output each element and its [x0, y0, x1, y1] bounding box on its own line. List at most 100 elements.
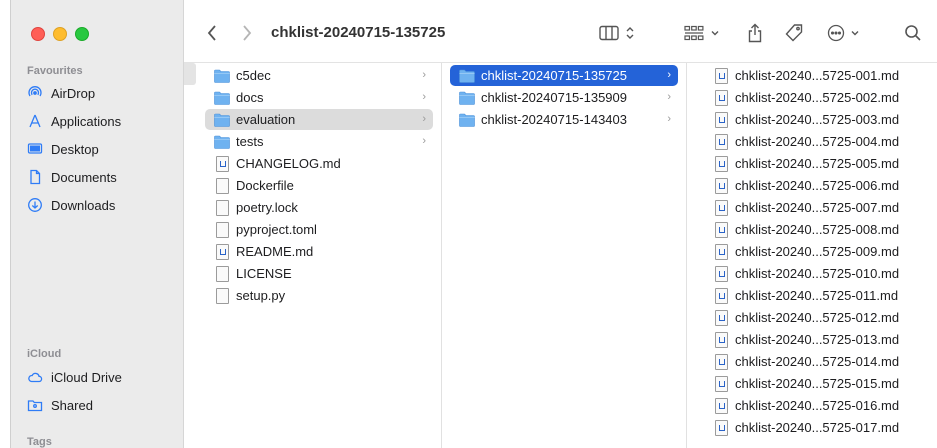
sidebar-item-icloud-drive[interactable]: iCloud Drive [27, 366, 122, 388]
sidebar-item-documents[interactable]: Documents [27, 166, 117, 188]
file-row[interactable]: chklist-20240...5725-007.md [704, 197, 930, 218]
markdown-file-icon [714, 353, 728, 370]
file-icon [215, 287, 229, 304]
file-row[interactable]: poetry.lock [205, 197, 433, 218]
file-row[interactable]: chklist-20240...5725-015.md [704, 373, 930, 394]
share-button[interactable] [744, 20, 766, 46]
group-button[interactable] [678, 20, 726, 46]
markdown-file-icon [714, 89, 728, 106]
file-icon [215, 177, 229, 194]
row-icon-wrap [214, 265, 230, 282]
file-row[interactable]: chklist-20240...5725-014.md [704, 351, 930, 372]
file-row[interactable]: Dockerfile [205, 175, 433, 196]
item-name: chklist-20240...5725-008.md [735, 222, 900, 237]
item-name: chklist-20240...5725-009.md [735, 244, 900, 259]
sidebar-resize-handle[interactable] [184, 63, 196, 85]
chevron-right-icon: › [667, 69, 671, 81]
window-title: chklist-20240715-135725 [271, 24, 446, 41]
markdown-file-icon [714, 309, 728, 326]
row-icon-wrap [713, 243, 729, 260]
forward-button[interactable] [237, 20, 257, 46]
row-icon-wrap [214, 112, 230, 128]
back-button[interactable] [202, 20, 222, 46]
sidebar-item-label: AirDrop [51, 85, 96, 101]
file-row[interactable]: chklist-20240...5725-002.md [704, 87, 930, 108]
folder-row[interactable]: docs › [205, 87, 433, 108]
view-mode-button[interactable] [594, 20, 640, 46]
file-row[interactable]: CHANGELOG.md [205, 153, 433, 174]
item-name: chklist-20240...5725-010.md [735, 266, 900, 281]
row-icon-wrap [713, 155, 729, 172]
markdown-file-icon [714, 397, 728, 414]
row-icon-wrap [713, 221, 729, 238]
markdown-file-icon [714, 331, 728, 348]
toolbar: chklist-20240715-135725 [184, 0, 937, 63]
chevron-right-icon [243, 25, 252, 41]
file-row[interactable]: chklist-20240...5725-005.md [704, 153, 930, 174]
tag-button[interactable] [782, 20, 806, 46]
markdown-file-icon [714, 419, 728, 436]
file-row[interactable]: chklist-20240...5725-004.md [704, 131, 930, 152]
chevron-right-icon: › [422, 69, 426, 81]
sidebar-item-desktop[interactable]: Desktop [27, 138, 99, 160]
sidebar-item-shared[interactable]: Shared [27, 394, 93, 416]
item-name: chklist-20240...5725-016.md [735, 398, 900, 413]
folder-row[interactable]: tests › [205, 131, 433, 152]
item-name: chklist-20240715-135725 [481, 68, 627, 83]
folder-icon [214, 69, 230, 83]
item-name: chklist-20240...5725-002.md [735, 90, 900, 105]
chevron-right-icon: › [422, 91, 426, 103]
minimize-window-button[interactable] [53, 27, 67, 41]
file-row[interactable]: chklist-20240...5725-001.md [704, 65, 930, 86]
chevron-down-icon [711, 31, 719, 36]
item-name: docs [236, 90, 264, 105]
file-row[interactable]: chklist-20240...5725-008.md [704, 219, 930, 240]
folder-row[interactable]: chklist-20240715-135909 › [450, 87, 678, 108]
row-icon-wrap [713, 353, 729, 370]
item-name: chklist-20240...5725-007.md [735, 200, 900, 215]
sidebar-item-downloads[interactable]: Downloads [27, 194, 115, 216]
file-row[interactable]: chklist-20240...5725-011.md [704, 285, 930, 306]
sidebar-item-label: Documents [51, 169, 117, 185]
item-name: setup.py [236, 288, 286, 303]
row-icon-wrap [459, 90, 475, 106]
item-name: chklist-20240...5725-003.md [735, 112, 900, 127]
file-row[interactable]: chklist-20240...5725-010.md [704, 263, 930, 284]
folder-row[interactable]: c5dec › [205, 65, 433, 86]
chevron-right-icon: › [422, 113, 426, 125]
file-row[interactable]: chklist-20240...5725-016.md [704, 395, 930, 416]
row-icon-wrap [459, 112, 475, 128]
close-window-button[interactable] [31, 27, 45, 41]
sidebar-item-applications[interactable]: Applications [27, 110, 121, 132]
ellipsis-circle-icon [827, 24, 844, 42]
file-row[interactable]: chklist-20240...5725-009.md [704, 241, 930, 262]
file-row[interactable]: chklist-20240...5725-017.md [704, 417, 930, 438]
markdown-file-icon [714, 287, 728, 304]
column-project-root: c5dec › docs › evaluation › tests › CHANGELOG.md… [197, 63, 442, 448]
folder-icon [459, 91, 475, 105]
file-row[interactable]: chklist-20240...5725-006.md [704, 175, 930, 196]
file-row[interactable]: chklist-20240...5725-012.md [704, 307, 930, 328]
folder-icon [459, 113, 475, 127]
file-row[interactable]: chklist-20240...5725-003.md [704, 109, 930, 130]
file-row[interactable]: pyproject.toml [205, 219, 433, 240]
folder-row[interactable]: chklist-20240715-143403 › [450, 109, 678, 130]
file-row[interactable]: README.md [205, 241, 433, 262]
maximize-window-button[interactable] [75, 27, 89, 41]
search-button[interactable] [902, 20, 924, 46]
chevron-down-icon [851, 31, 858, 36]
sidebar-item-airdrop[interactable]: AirDrop [27, 82, 95, 104]
more-actions-button[interactable] [824, 20, 862, 46]
folder-row[interactable]: chklist-20240715-135725 › [450, 65, 678, 86]
group-grid-icon [684, 25, 704, 41]
file-row[interactable]: setup.py [205, 285, 433, 306]
file-row[interactable]: LICENSE [205, 263, 433, 284]
folder-row[interactable]: evaluation › [205, 109, 433, 130]
row-icon-wrap [214, 177, 230, 194]
row-icon-wrap [214, 155, 230, 172]
row-icon-wrap [214, 287, 230, 304]
row-icon-wrap [214, 68, 230, 84]
row-icon-wrap [214, 199, 230, 216]
file-row[interactable]: chklist-20240...5725-013.md [704, 329, 930, 350]
item-name: chklist-20240...5725-006.md [735, 178, 900, 193]
